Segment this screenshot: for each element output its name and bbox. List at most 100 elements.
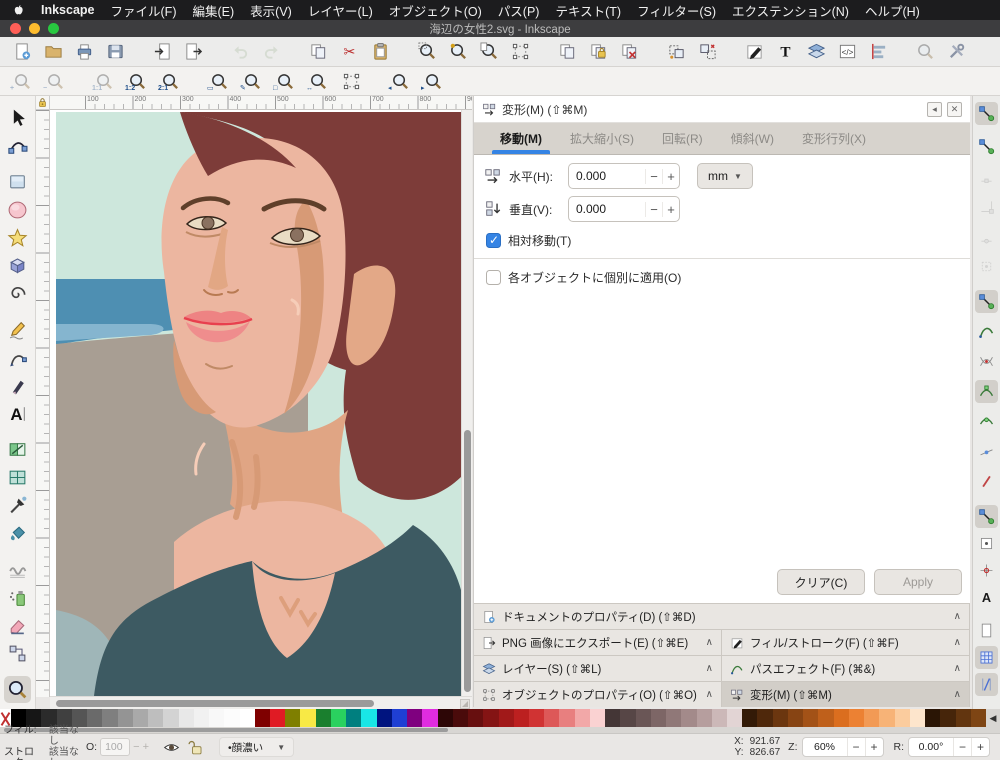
palette-swatch[interactable] [849,709,864,727]
palette-swatch[interactable] [102,709,117,727]
zoom-out-button[interactable]: − [43,69,67,93]
zoom-to-drawing-button[interactable]: ✎ [240,69,264,93]
zoom-1-2-button[interactable]: 1:2 [125,69,149,93]
guide-lock-toggle[interactable] [36,96,50,110]
copy-button[interactable] [306,40,330,64]
snap-smooth-nodes-button[interactable] [975,410,998,433]
palette-swatch[interactable] [361,709,376,727]
rotation-increase-button[interactable]: + [971,738,989,756]
undo-button[interactable] [228,40,252,64]
zoom-decrease-button[interactable]: − [847,738,865,756]
zoom-in-button[interactable]: + [10,69,34,93]
palette-swatch[interactable] [179,709,194,727]
horizontal-scrollbar-thumb[interactable] [56,700,374,707]
palette-swatch[interactable] [209,709,224,727]
ellipse-tool[interactable] [4,196,31,223]
menu-help[interactable]: ヘルプ(H) [865,1,920,20]
palette-swatch[interactable] [285,709,300,727]
palette-swatch[interactable] [925,709,940,727]
palette-swatch[interactable] [240,709,255,727]
palette-scroll-left-arrow[interactable]: ◀ [986,709,1000,727]
palette-swatch[interactable] [620,709,635,727]
palette-swatch[interactable] [818,709,833,727]
palette-swatch[interactable] [757,709,772,727]
fill-stroke-dialog-button[interactable] [742,40,766,64]
snap-bbox-edges-button[interactable] [975,165,998,188]
horizontal-ruler[interactable]: 100200300400500600700800900 [50,96,472,110]
bezier-tool[interactable] [4,344,31,371]
palette-swatch[interactable] [392,709,407,727]
palette-swatch[interactable] [346,709,361,727]
panel-document-properties[interactable]: ドキュメントのプロパティ(D) (⇧⌘D) ∧ [474,603,970,629]
calligraphy-tool[interactable] [4,372,31,399]
menu-object[interactable]: オブジェクト(O) [389,1,482,20]
rotation-decrease-button[interactable]: − [953,738,971,756]
save-button[interactable] [103,40,127,64]
palette-swatch[interactable] [377,709,392,727]
palette-swatch[interactable] [133,709,148,727]
palette-swatch[interactable] [559,709,574,727]
open-document-button[interactable] [41,40,65,64]
zoom-increase-button[interactable]: + [865,738,883,756]
palette-swatch[interactable] [514,709,529,727]
zoom-page-button[interactable] [477,40,501,64]
zoom-to-page-button[interactable]: □ [273,69,297,93]
palette-swatch[interactable] [224,709,239,727]
apply-button[interactable]: Apply [874,569,962,595]
palette-swatch[interactable] [87,709,102,727]
menu-filters[interactable]: フィルター(S) [637,1,716,20]
palette-swatch[interactable] [148,709,163,727]
zoom-tool[interactable] [4,676,31,703]
snap-bbox-button[interactable] [975,135,998,158]
palette-swatch[interactable] [605,709,620,727]
panel-transform[interactable]: 変形(M) (⇧⌘M) ∧ [722,681,970,707]
snap-text-baselines-button[interactable] [975,586,998,609]
paste-button[interactable] [368,40,392,64]
relative-move-checkbox[interactable] [486,233,501,248]
snap-midpoints-button[interactable] [975,440,998,463]
zoom-1-1-button[interactable]: 1:1 [92,69,116,93]
palette-swatch[interactable] [194,709,209,727]
export-button[interactable] [181,40,205,64]
palette-swatch[interactable] [681,709,696,727]
palette-swatch[interactable] [499,709,514,727]
tab-move[interactable]: 移動(M) [488,123,554,154]
palette-swatch[interactable] [118,709,133,727]
palette-swatch[interactable] [940,709,955,727]
palette-swatch[interactable] [651,709,666,727]
snap-object-centers-button[interactable] [975,532,998,555]
palette-swatch[interactable] [697,709,712,727]
xml-editor-button[interactable] [835,40,859,64]
layers-dialog-button[interactable] [804,40,828,64]
palette-swatch[interactable] [666,709,681,727]
snap-bbox-edge-midpoints-button[interactable] [975,225,998,248]
panel-png-export[interactable]: PNG 画像にエクスポート(E) (⇧⌘E) ∧ [474,629,722,655]
palette-swatch[interactable] [834,709,849,727]
palette-swatch[interactable] [879,709,894,727]
apply-to-each-checkbox[interactable] [486,270,501,285]
horizontal-decrement-button[interactable]: − [645,169,662,184]
palette-swatch[interactable] [438,709,453,727]
scrollbar-corner-icon[interactable] [460,699,470,709]
dropper-tool[interactable] [4,492,31,519]
vertical-scrollbar-thumb[interactable] [464,430,471,692]
palette-swatch[interactable] [453,709,468,727]
opacity-spinner[interactable]: − + [133,741,149,753]
import-button[interactable] [150,40,174,64]
palette-swatch[interactable] [727,709,742,727]
zoom-to-selection-button[interactable]: ▭ [207,69,231,93]
palette-swatch[interactable] [575,709,590,727]
horizontal-input[interactable]: 0.000 − + [568,163,680,189]
deselect-button[interactable] [508,40,532,64]
snap-paths-button[interactable] [975,320,998,343]
fill-stroke-indicator[interactable]: フィル: 該当なし ストローク: 該当なし [0,725,86,760]
star-tool[interactable] [4,224,31,251]
palette-swatch[interactable] [163,709,178,727]
vertical-decrement-button[interactable]: − [645,202,662,217]
tab-matrix[interactable]: 変形行列(X) [790,123,878,154]
zoom-selection-button[interactable] [415,40,439,64]
snap-nodes-button[interactable] [975,290,998,313]
eraser-tool[interactable] [4,612,31,639]
menu-text[interactable]: テキスト(T) [555,1,621,20]
zoom-previous-button[interactable]: ◂ [388,69,412,93]
